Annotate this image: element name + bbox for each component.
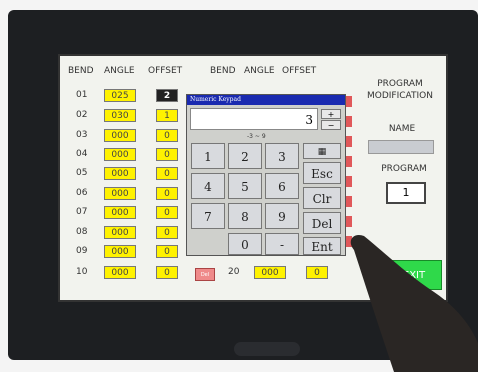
key-0[interactable]: 0 xyxy=(228,233,262,255)
calculator-button[interactable]: ▦ xyxy=(303,143,341,159)
offset-field-selected[interactable]: 2 xyxy=(156,89,178,102)
offset-field[interactable]: 0 xyxy=(156,167,178,180)
angle-field[interactable]: 025 xyxy=(104,89,136,102)
bend-number: 10 xyxy=(76,267,88,277)
offset-field[interactable]: 0 xyxy=(156,206,178,219)
keypad-display: 3 xyxy=(190,108,318,130)
bend-number: 07 xyxy=(76,207,88,217)
angle-field[interactable]: 000 xyxy=(104,129,136,142)
program-label: PROGRAM xyxy=(381,164,427,174)
angle-field[interactable]: 000 xyxy=(104,148,136,161)
key-minus[interactable]: - xyxy=(265,233,299,255)
header-offset: OFFSET xyxy=(148,66,183,76)
offset-field[interactable]: 0 xyxy=(156,187,178,200)
key-5[interactable]: 5 xyxy=(228,173,262,199)
angle-field[interactable]: 000 xyxy=(104,226,136,239)
photo-background: BEND ANGLE OFFSET BEND ANGLE OFFSET 01 0… xyxy=(0,0,478,372)
bend-number: 05 xyxy=(76,168,88,178)
finger-silhouette xyxy=(350,235,478,372)
angle-field[interactable]: 000 xyxy=(104,187,136,200)
angle-field-20[interactable]: 000 xyxy=(254,266,286,279)
key-1[interactable]: 1 xyxy=(191,143,225,169)
offset-field[interactable]: 0 xyxy=(156,148,178,161)
offset-field[interactable]: 0 xyxy=(156,245,178,258)
angle-field[interactable]: 000 xyxy=(104,245,136,258)
angle-field[interactable]: 030 xyxy=(104,109,136,122)
bend-number: 02 xyxy=(76,110,88,120)
offset-field[interactable]: 0 xyxy=(156,129,178,142)
program-name-field[interactable] xyxy=(368,140,434,154)
bend-number: 04 xyxy=(76,149,88,159)
bend-number: 01 xyxy=(76,90,88,100)
escape-button[interactable]: Esc xyxy=(303,162,341,184)
delete-button[interactable]: Del xyxy=(195,268,215,281)
key-9[interactable]: 9 xyxy=(265,203,299,229)
bend-number: 09 xyxy=(76,246,88,256)
bend-number-20: 20 xyxy=(228,267,240,277)
brand-badge xyxy=(234,342,300,356)
offset-field-20[interactable]: 0 xyxy=(306,266,328,279)
header-angle-2: ANGLE xyxy=(244,66,275,76)
key-2[interactable]: 2 xyxy=(228,143,262,169)
increment-button[interactable]: + xyxy=(321,109,341,119)
decrement-button[interactable]: − xyxy=(321,120,341,130)
offset-field[interactable]: 0 xyxy=(156,226,178,239)
header-bend-2: BEND xyxy=(210,66,236,76)
delete-key[interactable]: Del xyxy=(303,212,341,234)
angle-field[interactable]: 000 xyxy=(104,266,136,279)
program-modification-title: PROGRAM MODIFICATION xyxy=(367,79,433,101)
header-offset-2: OFFSET xyxy=(282,66,317,76)
keypad-title: Numeric Keypad xyxy=(187,95,345,105)
key-3[interactable]: 3 xyxy=(265,143,299,169)
calculator-icon: ▦ xyxy=(317,147,327,157)
key-8[interactable]: 8 xyxy=(228,203,262,229)
offset-field[interactable]: 0 xyxy=(156,266,178,279)
numeric-keypad-dialog: Numeric Keypad 3 + − -3 ~ 9 1 2 3 ▦ 4 5 … xyxy=(186,94,346,256)
angle-field[interactable]: 000 xyxy=(104,167,136,180)
key-4[interactable]: 4 xyxy=(191,173,225,199)
offset-field[interactable]: 1 xyxy=(156,109,178,122)
angle-field[interactable]: 000 xyxy=(104,206,136,219)
program-number-field[interactable]: 1 xyxy=(386,182,426,204)
bend-number: 03 xyxy=(76,130,88,140)
clear-button[interactable]: Clr xyxy=(303,187,341,209)
header-angle: ANGLE xyxy=(104,66,135,76)
bend-number: 06 xyxy=(76,188,88,198)
name-label: NAME xyxy=(388,124,416,134)
bend-number: 08 xyxy=(76,227,88,237)
header-bend: BEND xyxy=(68,66,94,76)
key-7[interactable]: 7 xyxy=(191,203,225,229)
keypad-range: -3 ~ 9 xyxy=(247,133,266,140)
key-6[interactable]: 6 xyxy=(265,173,299,199)
